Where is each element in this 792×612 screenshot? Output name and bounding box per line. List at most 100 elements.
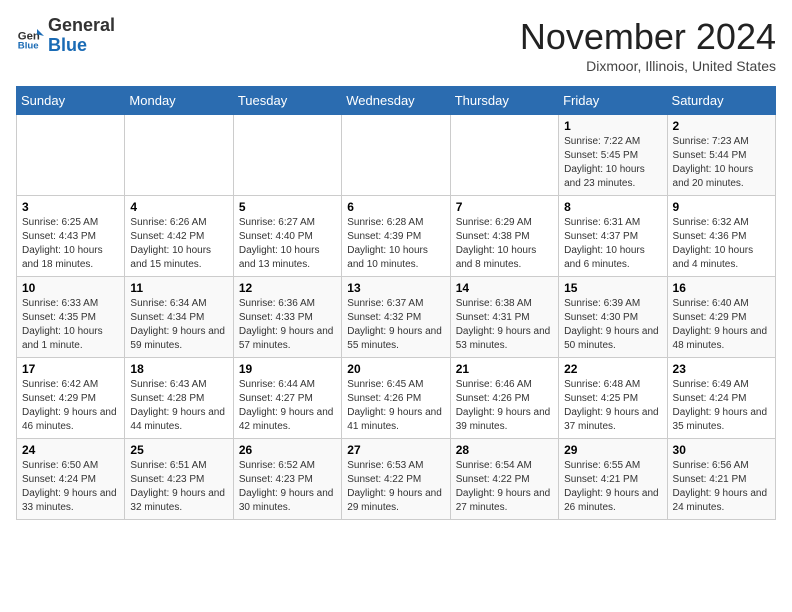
day-info: Sunrise: 6:52 AM Sunset: 4:23 PM Dayligh… xyxy=(239,459,336,515)
day-number: 18 xyxy=(130,362,227,376)
day-number: 12 xyxy=(239,281,336,295)
day-info: Sunrise: 6:36 AM Sunset: 4:33 PM Dayligh… xyxy=(239,297,336,353)
weekday-header: Monday xyxy=(125,87,233,115)
day-info: Sunrise: 6:34 AM Sunset: 4:34 PM Dayligh… xyxy=(130,297,227,353)
calendar-cell: 18 Sunrise: 6:43 AM Sunset: 4:28 PM Dayli… xyxy=(125,358,233,439)
day-number: 14 xyxy=(456,281,553,295)
day-info: Sunrise: 6:28 AM Sunset: 4:39 PM Dayligh… xyxy=(347,216,444,272)
logo: Gen Blue General Blue xyxy=(16,16,115,56)
day-number: 3 xyxy=(22,200,119,214)
day-info: Sunrise: 6:25 AM Sunset: 4:43 PM Dayligh… xyxy=(22,216,119,272)
calendar-cell: 17 Sunrise: 6:42 AM Sunset: 4:29 PM Dayli… xyxy=(17,358,125,439)
logo-blue: Blue xyxy=(48,35,87,55)
day-number: 26 xyxy=(239,443,336,457)
calendar-cell xyxy=(17,115,125,196)
calendar-cell: 28 Sunrise: 6:54 AM Sunset: 4:22 PM Dayli… xyxy=(450,439,558,520)
calendar-cell: 29 Sunrise: 6:55 AM Sunset: 4:21 PM Dayli… xyxy=(559,439,667,520)
calendar-cell xyxy=(342,115,450,196)
day-info: Sunrise: 6:40 AM Sunset: 4:29 PM Dayligh… xyxy=(673,297,770,353)
day-number: 15 xyxy=(564,281,661,295)
svg-text:Blue: Blue xyxy=(18,40,39,50)
weekday-header: Friday xyxy=(559,87,667,115)
day-number: 23 xyxy=(673,362,770,376)
day-number: 6 xyxy=(347,200,444,214)
calendar-cell: 15 Sunrise: 6:39 AM Sunset: 4:30 PM Dayli… xyxy=(559,277,667,358)
day-info: Sunrise: 6:33 AM Sunset: 4:35 PM Dayligh… xyxy=(22,297,119,353)
calendar-cell: 9 Sunrise: 6:32 AM Sunset: 4:36 PM Daylig… xyxy=(667,196,775,277)
calendar-cell: 5 Sunrise: 6:27 AM Sunset: 4:40 PM Daylig… xyxy=(233,196,341,277)
day-info: Sunrise: 6:37 AM Sunset: 4:32 PM Dayligh… xyxy=(347,297,444,353)
day-info: Sunrise: 6:55 AM Sunset: 4:21 PM Dayligh… xyxy=(564,459,661,515)
calendar-cell: 3 Sunrise: 6:25 AM Sunset: 4:43 PM Daylig… xyxy=(17,196,125,277)
logo-icon: Gen Blue xyxy=(16,22,44,50)
day-info: Sunrise: 6:53 AM Sunset: 4:22 PM Dayligh… xyxy=(347,459,444,515)
day-number: 29 xyxy=(564,443,661,457)
day-info: Sunrise: 7:23 AM Sunset: 5:44 PM Dayligh… xyxy=(673,135,770,191)
location: Dixmoor, Illinois, United States xyxy=(520,58,776,74)
day-number: 11 xyxy=(130,281,227,295)
day-number: 1 xyxy=(564,119,661,133)
calendar-cell: 14 Sunrise: 6:38 AM Sunset: 4:31 PM Dayli… xyxy=(450,277,558,358)
calendar-cell: 30 Sunrise: 6:56 AM Sunset: 4:21 PM Dayli… xyxy=(667,439,775,520)
calendar-cell: 2Sunrise: 7:23 AM Sunset: 5:44 PM Daylig… xyxy=(667,115,775,196)
day-number: 17 xyxy=(22,362,119,376)
calendar-cell: 19 Sunrise: 6:44 AM Sunset: 4:27 PM Dayli… xyxy=(233,358,341,439)
day-info: Sunrise: 6:45 AM Sunset: 4:26 PM Dayligh… xyxy=(347,378,444,434)
month-title: November 2024 xyxy=(520,16,776,58)
calendar-cell: 12 Sunrise: 6:36 AM Sunset: 4:33 PM Dayli… xyxy=(233,277,341,358)
day-info: Sunrise: 6:44 AM Sunset: 4:27 PM Dayligh… xyxy=(239,378,336,434)
day-number: 9 xyxy=(673,200,770,214)
weekday-header: Sunday xyxy=(17,87,125,115)
calendar-cell: 13Sunrise: 6:37 AM Sunset: 4:32 PM Dayli… xyxy=(342,277,450,358)
logo-general: General xyxy=(48,15,115,35)
calendar-cell: 26 Sunrise: 6:52 AM Sunset: 4:23 PM Dayli… xyxy=(233,439,341,520)
calendar-cell: 7 Sunrise: 6:29 AM Sunset: 4:38 PM Daylig… xyxy=(450,196,558,277)
calendar-cell xyxy=(450,115,558,196)
calendar-cell: 21 Sunrise: 6:46 AM Sunset: 4:26 PM Dayli… xyxy=(450,358,558,439)
calendar-cell: 1Sunrise: 7:22 AM Sunset: 5:45 PM Daylig… xyxy=(559,115,667,196)
day-info: Sunrise: 6:26 AM Sunset: 4:42 PM Dayligh… xyxy=(130,216,227,272)
calendar-cell: 22Sunrise: 6:48 AM Sunset: 4:25 PM Dayli… xyxy=(559,358,667,439)
day-info: Sunrise: 6:29 AM Sunset: 4:38 PM Dayligh… xyxy=(456,216,553,272)
day-number: 30 xyxy=(673,443,770,457)
day-number: 21 xyxy=(456,362,553,376)
day-info: Sunrise: 6:39 AM Sunset: 4:30 PM Dayligh… xyxy=(564,297,661,353)
calendar-cell: 4 Sunrise: 6:26 AM Sunset: 4:42 PM Daylig… xyxy=(125,196,233,277)
day-info: Sunrise: 6:50 AM Sunset: 4:24 PM Dayligh… xyxy=(22,459,119,515)
day-number: 25 xyxy=(130,443,227,457)
day-number: 20 xyxy=(347,362,444,376)
day-info: Sunrise: 6:51 AM Sunset: 4:23 PM Dayligh… xyxy=(130,459,227,515)
day-info: Sunrise: 6:56 AM Sunset: 4:21 PM Dayligh… xyxy=(673,459,770,515)
calendar-table: SundayMondayTuesdayWednesdayThursdayFrid… xyxy=(16,86,776,520)
day-number: 10 xyxy=(22,281,119,295)
day-number: 7 xyxy=(456,200,553,214)
day-info: Sunrise: 6:42 AM Sunset: 4:29 PM Dayligh… xyxy=(22,378,119,434)
day-number: 24 xyxy=(22,443,119,457)
day-number: 4 xyxy=(130,200,227,214)
day-info: Sunrise: 6:49 AM Sunset: 4:24 PM Dayligh… xyxy=(673,378,770,434)
calendar-cell: 8Sunrise: 6:31 AM Sunset: 4:37 PM Daylig… xyxy=(559,196,667,277)
calendar-cell: 11 Sunrise: 6:34 AM Sunset: 4:34 PM Dayli… xyxy=(125,277,233,358)
day-number: 5 xyxy=(239,200,336,214)
day-info: Sunrise: 6:38 AM Sunset: 4:31 PM Dayligh… xyxy=(456,297,553,353)
header: Gen Blue General Blue November 2024 Dixm… xyxy=(16,16,776,74)
calendar-cell: 6 Sunrise: 6:28 AM Sunset: 4:39 PM Daylig… xyxy=(342,196,450,277)
day-number: 8 xyxy=(564,200,661,214)
day-number: 19 xyxy=(239,362,336,376)
day-number: 28 xyxy=(456,443,553,457)
day-info: Sunrise: 6:43 AM Sunset: 4:28 PM Dayligh… xyxy=(130,378,227,434)
weekday-header: Tuesday xyxy=(233,87,341,115)
calendar-cell: 16 Sunrise: 6:40 AM Sunset: 4:29 PM Dayli… xyxy=(667,277,775,358)
calendar-cell: 23 Sunrise: 6:49 AM Sunset: 4:24 PM Dayli… xyxy=(667,358,775,439)
day-info: Sunrise: 6:32 AM Sunset: 4:36 PM Dayligh… xyxy=(673,216,770,272)
day-info: Sunrise: 6:46 AM Sunset: 4:26 PM Dayligh… xyxy=(456,378,553,434)
day-info: Sunrise: 6:27 AM Sunset: 4:40 PM Dayligh… xyxy=(239,216,336,272)
day-number: 16 xyxy=(673,281,770,295)
calendar-cell: 20 Sunrise: 6:45 AM Sunset: 4:26 PM Dayli… xyxy=(342,358,450,439)
day-number: 22 xyxy=(564,362,661,376)
calendar-cell xyxy=(125,115,233,196)
calendar-cell: 10 Sunrise: 6:33 AM Sunset: 4:35 PM Dayli… xyxy=(17,277,125,358)
day-number: 27 xyxy=(347,443,444,457)
day-info: Sunrise: 6:54 AM Sunset: 4:22 PM Dayligh… xyxy=(456,459,553,515)
title-area: November 2024 Dixmoor, Illinois, United … xyxy=(520,16,776,74)
